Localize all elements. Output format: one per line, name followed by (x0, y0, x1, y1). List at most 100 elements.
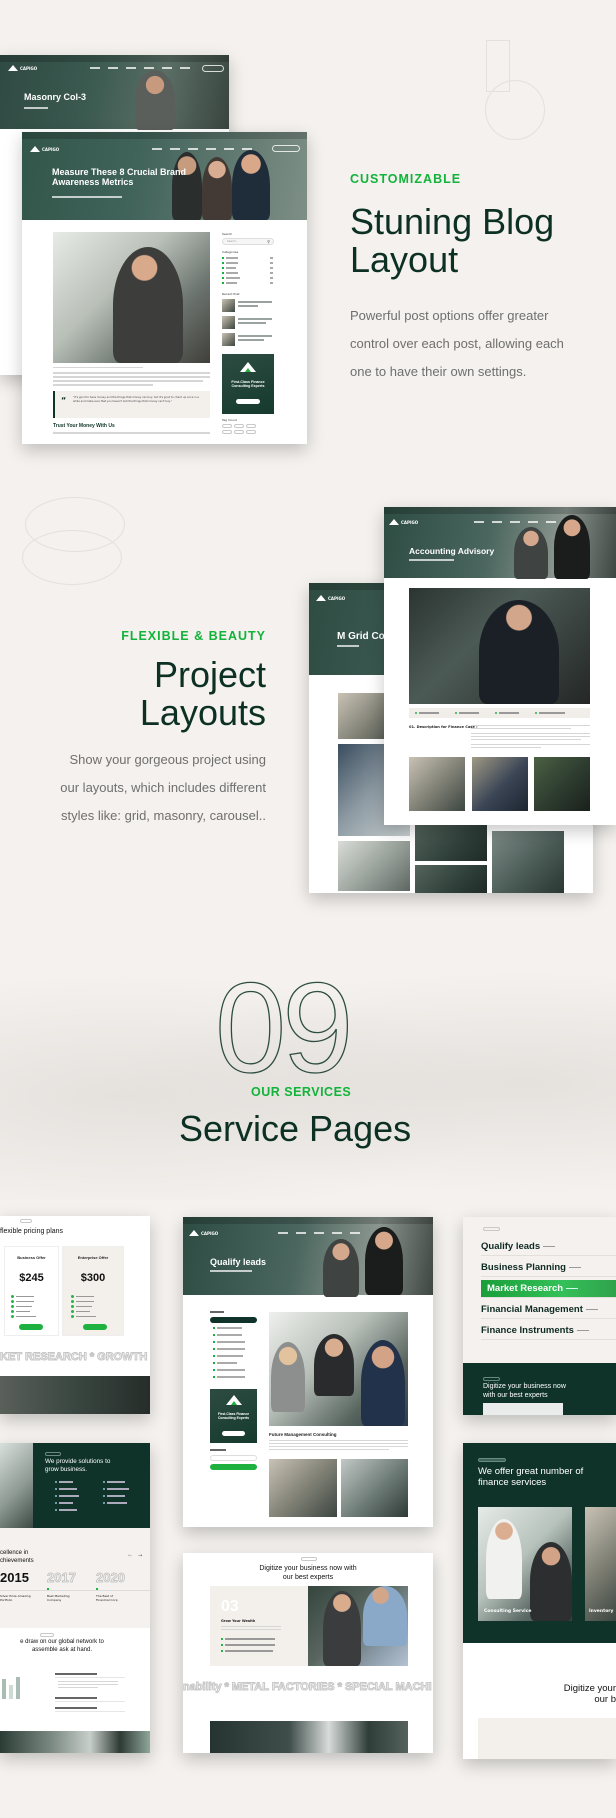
nav-menu[interactable] (278, 1232, 360, 1234)
sidebar-promo-card: First-Class Finance Consulting Experts (222, 354, 274, 414)
nav-menu[interactable] (90, 67, 190, 69)
logo-icon (8, 65, 18, 71)
prev-arrow-icon[interactable]: ← (128, 1553, 132, 1559)
bar-chart-graphic (0, 1673, 22, 1699)
recent-post-thumb[interactable] (222, 299, 235, 312)
solutions-panel: We provide solutions to grow business. (33, 1443, 150, 1528)
service-list-item[interactable]: Business Planning (481, 1259, 616, 1277)
step-image (308, 1586, 408, 1666)
gallery-image[interactable] (409, 757, 465, 811)
gallery-image[interactable] (534, 757, 590, 811)
finance-card[interactable]: Consulting Service (478, 1507, 572, 1621)
tag[interactable] (246, 430, 256, 434)
category-item[interactable] (222, 272, 273, 274)
project-eyebrow: FLEXIBLE & BEAUTY (121, 629, 266, 643)
post-featured-image (53, 232, 210, 363)
tag[interactable] (234, 424, 244, 428)
decorative-coins-icon (485, 80, 545, 140)
project-featured-image (409, 588, 590, 704)
service-menu-item[interactable] (213, 1334, 242, 1336)
faq-item[interactable] (55, 1694, 125, 1702)
tag[interactable] (222, 424, 232, 428)
project-thumb[interactable] (415, 823, 487, 861)
service-featured-image (269, 1312, 408, 1426)
decorative-coins-icon (22, 530, 122, 585)
faq-item[interactable] (55, 1670, 125, 1678)
year: 2017 (47, 1570, 77, 1586)
logo[interactable]: CAPIGO (189, 1230, 218, 1236)
pricing-button[interactable] (83, 1324, 107, 1330)
logo[interactable]: CAPIGO (30, 146, 59, 152)
service-list-item[interactable]: Financial Management (481, 1301, 616, 1319)
gallery-image[interactable] (472, 757, 528, 811)
pricing-footer-image (0, 1376, 150, 1414)
category-item[interactable] (222, 277, 273, 279)
service-menu-item[interactable] (213, 1348, 245, 1350)
finance-card[interactable]: Inventory (585, 1507, 616, 1621)
header-cta-button[interactable] (272, 145, 300, 152)
next-arrow-icon[interactable]: → (138, 1553, 142, 1559)
footer-image-strip (0, 1731, 150, 1753)
project-thumb[interactable] (492, 831, 564, 893)
nav-menu[interactable] (474, 521, 556, 523)
step-panel: 03 Grow Your Wealth (210, 1586, 308, 1666)
category-item[interactable] (222, 267, 273, 269)
tag[interactable] (246, 424, 256, 428)
logo[interactable]: CAPIGO (389, 519, 418, 525)
hero-title: Masonry Col-3 (24, 92, 87, 102)
logo[interactable]: CAPIGO (8, 65, 37, 71)
download-button[interactable] (210, 1464, 257, 1470)
digitize-heading: Digitize your business now with our best … (259, 1565, 357, 1581)
service-menu-item[interactable] (213, 1341, 245, 1343)
category-item[interactable] (222, 262, 273, 264)
categories-heading: Categories (222, 250, 239, 254)
service-list-item[interactable]: Qualify leads (481, 1238, 616, 1256)
service-menu-active[interactable] (210, 1317, 257, 1323)
pricing-button[interactable] (19, 1324, 43, 1330)
services-title: Service Pages (179, 1108, 412, 1149)
header-cta-button[interactable] (202, 65, 224, 72)
year: 2015 (0, 1570, 29, 1585)
project-meta-bar (409, 708, 590, 718)
promo-contact-button[interactable] (236, 399, 260, 404)
service-menu-item[interactable] (213, 1376, 245, 1378)
step-number: 03 (221, 1598, 239, 1615)
nav-menu[interactable] (152, 148, 252, 150)
tag[interactable] (222, 430, 232, 434)
project-thumb[interactable] (338, 841, 410, 891)
service-list-item-active[interactable]: Market Research (481, 1280, 616, 1298)
sidebar-search-heading: Search (222, 232, 233, 236)
search-icon[interactable]: ⚲ (267, 239, 270, 244)
finance-card-title: Inventory (589, 1609, 614, 1614)
category-item[interactable] (222, 282, 273, 284)
services-count: 09 (214, 957, 354, 1100)
service-gallery-image[interactable] (269, 1459, 337, 1517)
project-title: Project Layouts (139, 654, 266, 733)
service-menu-item[interactable] (213, 1362, 237, 1364)
service-gallery-image[interactable] (341, 1459, 408, 1517)
category-item[interactable] (222, 257, 273, 259)
logo-icon (316, 595, 326, 601)
marquee-text: KET RESEARCH * GROWTH S (0, 1351, 150, 1364)
service-solutions-screenshot: We provide solutions to grow business. ce… (0, 1443, 150, 1753)
service-menu-item[interactable] (213, 1369, 245, 1371)
tag[interactable] (234, 430, 244, 434)
tag-cloud-heading: Tag Cloud (222, 418, 237, 422)
service-menu-item[interactable] (213, 1355, 243, 1357)
recent-posts-heading: Recent Post (222, 292, 240, 296)
finance-heading: We offer great number of finance services (478, 1466, 584, 1488)
marquee-text: nability * METAL FACTORIES * SPECIAL MAC… (183, 1681, 432, 1694)
promo-contact-button[interactable] (222, 1431, 245, 1436)
recent-post-thumb[interactable] (222, 316, 235, 329)
service-list-item[interactable]: Finance Instruments (481, 1322, 616, 1340)
sidebar-search-input[interactable]: Search... ⚲ (222, 238, 274, 245)
service-menu-item[interactable] (213, 1327, 242, 1329)
post-title: Measure These 8 Crucial Brand Awareness M… (52, 167, 187, 187)
recent-post-thumb[interactable] (222, 333, 235, 346)
project-description: Show your gorgeous project using our lay… (60, 752, 266, 823)
logo[interactable]: CAPIGO (316, 595, 345, 601)
project-thumb[interactable] (415, 865, 487, 893)
faq-item[interactable] (55, 1704, 125, 1712)
solutions-image (0, 1443, 33, 1528)
hero-title: M Grid Col- (337, 631, 391, 642)
